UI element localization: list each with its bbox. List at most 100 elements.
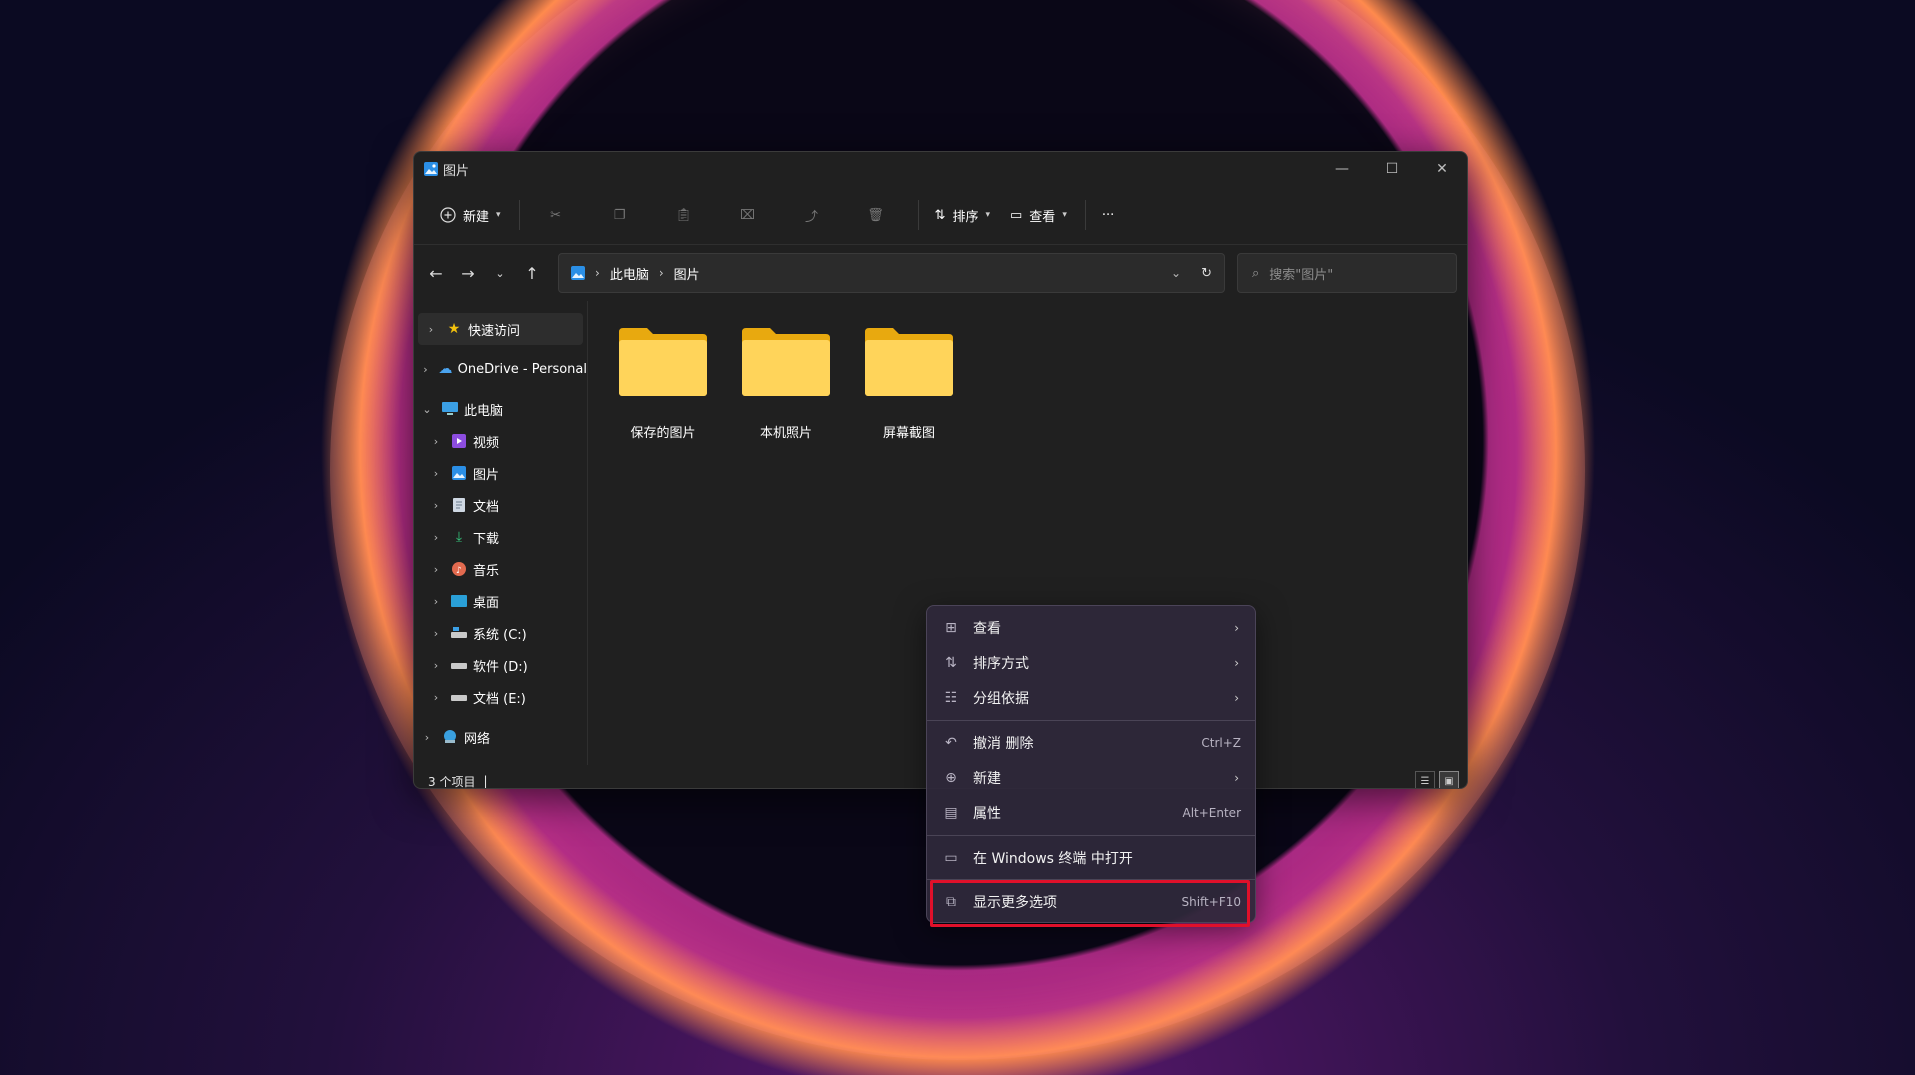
shortcut-hint: Ctrl+Z: [1201, 736, 1241, 750]
delete-button[interactable]: 🗑︎: [850, 198, 902, 232]
expand-chevron-icon[interactable]: ›: [422, 323, 440, 336]
expand-chevron-icon[interactable]: ›: [418, 363, 433, 376]
cloud-icon: ☁: [438, 361, 453, 377]
sidebar-item-network[interactable]: › 网络: [414, 721, 587, 753]
menu-item-view[interactable]: ⊞ 查看 ›: [935, 612, 1247, 644]
plus-circle-icon: ⊕: [945, 770, 957, 786]
expand-chevron-icon[interactable]: ›: [427, 627, 445, 640]
copy-button[interactable]: ❐: [594, 198, 646, 232]
maximize-button[interactable]: ☐: [1367, 152, 1417, 186]
list-group-icon: ☷: [944, 690, 958, 706]
menu-item-properties[interactable]: ▤ 属性 Alt+Enter: [935, 797, 1247, 829]
close-button[interactable]: ✕: [1417, 152, 1467, 186]
sidebar-item-label: 视频: [473, 435, 500, 451]
properties-icon: ▤: [944, 805, 958, 821]
status-cursor: |: [483, 774, 488, 788]
paste-button[interactable]: 📋︎: [658, 198, 710, 232]
toolbar-divider: [1084, 200, 1086, 230]
sidebar-item-label: 下载: [473, 531, 500, 547]
folder-item[interactable]: 保存的图片: [613, 326, 713, 441]
sidebar-item-label: 图片: [473, 467, 500, 483]
chevron-down-icon: ▾: [1062, 210, 1067, 220]
address-bar[interactable]: › 此电脑 › 图片 ⌄ ↻: [558, 253, 1225, 293]
menu-item-label: 分组依据: [973, 691, 1029, 707]
collapse-chevron-icon[interactable]: ⌄: [418, 403, 436, 416]
expand-chevron-icon[interactable]: ›: [427, 435, 445, 448]
folder-label: 屏幕截图: [882, 426, 935, 441]
menu-item-label: 撤消 删除: [973, 736, 1034, 752]
expand-chevron-icon[interactable]: ›: [427, 691, 445, 704]
sidebar-item-drive-e[interactable]: › 文档 (E:): [414, 681, 587, 713]
sidebar-item-drive-d[interactable]: › 软件 (D:): [414, 649, 587, 681]
expand-chevron-icon[interactable]: ›: [427, 499, 445, 512]
minimize-button[interactable]: —: [1317, 152, 1367, 186]
drive-icon: [449, 689, 469, 705]
expand-chevron-icon[interactable]: ›: [427, 531, 445, 544]
folder-item[interactable]: 屏幕截图: [859, 326, 959, 441]
cut-button[interactable]: ✂: [530, 198, 582, 232]
music-icon: ♪: [449, 561, 469, 577]
sidebar-item-music[interactable]: › ♪ 音乐: [414, 553, 587, 585]
folder-icon: [619, 328, 707, 396]
expand-chevron-icon[interactable]: ›: [427, 595, 445, 608]
view-button[interactable]: ▭ 查看 ▾: [1004, 198, 1073, 232]
sidebar-item-label: 文档: [473, 499, 500, 515]
sidebar-item-drive-c[interactable]: › 系统 (C:): [414, 617, 587, 649]
sidebar-item-onedrive[interactable]: › ☁ OneDrive - Personal: [414, 353, 587, 385]
breadcrumb-this-pc[interactable]: 此电脑: [610, 264, 649, 283]
drive-icon: [449, 657, 469, 673]
more-options-button[interactable]: ···: [1096, 198, 1120, 232]
menu-item-open-in-terminal[interactable]: ▭ 在 Windows 终端 中打开: [935, 842, 1247, 874]
back-arrow-icon[interactable]: ←: [420, 264, 452, 283]
share-button[interactable]: ⤴: [786, 198, 838, 232]
submenu-chevron-icon: ›: [1234, 691, 1239, 705]
sidebar-item-downloads[interactable]: › ⤓ 下载: [414, 521, 587, 553]
sort-button[interactable]: ⇅ 排序 ▾: [929, 198, 996, 232]
chevron-down-icon: ▾: [985, 210, 990, 220]
sidebar-item-label: 网络: [464, 731, 491, 747]
menu-item-label: 查看: [973, 621, 1001, 637]
expand-chevron-icon[interactable]: ›: [427, 659, 445, 672]
cut-icon: ✂: [550, 207, 561, 223]
star-icon: ★: [447, 321, 461, 337]
up-arrow-icon[interactable]: ↑: [516, 264, 548, 283]
refresh-icon[interactable]: ↻: [1201, 266, 1212, 281]
menu-item-new[interactable]: ⊕ 新建 ›: [935, 762, 1247, 794]
recent-locations-chevron-icon[interactable]: ⌄: [484, 267, 516, 280]
menu-item-undo-delete[interactable]: ↶ 撤消 删除 Ctrl+Z: [935, 727, 1247, 759]
sort-label: 排序: [952, 209, 979, 225]
sidebar-item-documents[interactable]: › 文档: [414, 489, 587, 521]
new-button[interactable]: 新建 ▾: [434, 198, 507, 232]
sidebar-item-this-pc[interactable]: ⌄ 此电脑: [414, 393, 587, 425]
menu-item-group-by[interactable]: ☷ 分组依据 ›: [935, 682, 1247, 714]
sort-icon: ⇅: [945, 655, 957, 671]
toolbar-divider: [917, 200, 919, 230]
paste-icon: 📋︎: [675, 207, 692, 223]
forward-arrow-icon[interactable]: →: [452, 264, 484, 283]
submenu-chevron-icon: ›: [1234, 771, 1239, 785]
search-icon: ⌕: [1252, 265, 1260, 281]
address-dropdown-icon[interactable]: ⌄: [1171, 266, 1181, 280]
grid-view-icon: ⊞: [945, 620, 957, 636]
sidebar-item-pictures[interactable]: › 图片: [414, 457, 587, 489]
expand-chevron-icon[interactable]: ›: [427, 563, 445, 576]
sidebar-item-desktop[interactable]: › 桌面: [414, 585, 587, 617]
highlight-box: [930, 880, 1250, 927]
plus-circle-icon: [440, 207, 456, 223]
expand-chevron-icon[interactable]: ›: [418, 731, 436, 744]
breadcrumb-separator-icon: ›: [658, 266, 664, 280]
expand-chevron-icon[interactable]: ›: [427, 467, 445, 480]
details-view-icon[interactable]: ☰: [1415, 771, 1435, 788]
menu-item-sort-by[interactable]: ⇅ 排序方式 ›: [935, 647, 1247, 679]
large-icons-view-icon[interactable]: ▣: [1439, 771, 1459, 788]
sidebar-item-quick-access[interactable]: › ★ 快速访问: [418, 313, 583, 345]
sidebar-item-videos[interactable]: › 视频: [414, 425, 587, 457]
folder-item[interactable]: 本机照片: [736, 326, 836, 441]
item-count: 3 个项目: [428, 774, 476, 789]
search-box[interactable]: ⌕ 搜索"图片": [1237, 253, 1457, 293]
rename-button[interactable]: ⌧: [722, 198, 774, 232]
breadcrumb-pictures[interactable]: 图片: [674, 264, 700, 283]
menu-separator: [927, 835, 1255, 836]
sidebar-item-label: 音乐: [473, 563, 500, 579]
terminal-icon: ▭: [944, 850, 958, 866]
